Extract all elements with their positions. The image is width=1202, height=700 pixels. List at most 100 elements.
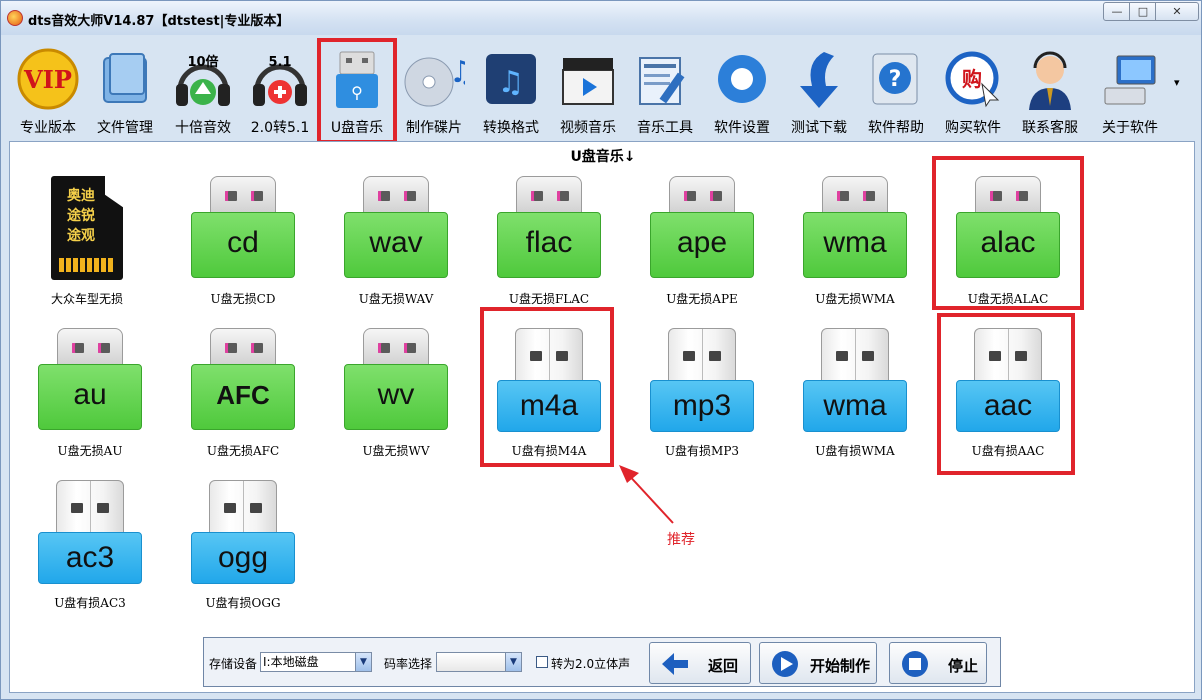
- svg-text:VIP: VIP: [23, 65, 72, 94]
- toolbar-download-arrow-button[interactable]: 测试下载: [780, 44, 858, 136]
- toolbar-tools-button[interactable]: 音乐工具: [626, 44, 704, 136]
- close-button[interactable]: ✕: [1155, 2, 1199, 21]
- format-badge: au: [38, 364, 142, 430]
- svg-text:?: ?: [889, 67, 902, 92]
- tile-car-lossless[interactable]: 奥迪 途锐 途观 大众车型无损: [32, 176, 142, 306]
- toolbar-about-computer-button[interactable]: 关于软件: [1091, 44, 1169, 136]
- toolbar-label: 软件帮助: [868, 120, 924, 136]
- app-logo-icon: [7, 10, 23, 26]
- tile-green-afc[interactable]: AFC U盘无损AFC: [188, 328, 298, 458]
- recommend-note: 推荐: [667, 532, 695, 548]
- tile-green-cd[interactable]: cd U盘无损CD: [188, 176, 298, 306]
- format-badge: ac3: [38, 532, 142, 584]
- vip-icon: VIP: [17, 48, 79, 110]
- highlight-alac: [932, 156, 1084, 310]
- tile-green-au[interactable]: au U盘无损AU: [35, 328, 145, 458]
- play-icon: [772, 651, 798, 677]
- tile-label: U盘无损FLAC: [508, 292, 590, 306]
- stereo-label: 转为2.0立体声: [551, 657, 631, 671]
- usb-connector-icon: [210, 176, 276, 216]
- svg-text:10倍: 10倍: [187, 54, 218, 70]
- tile-label: U盘无损AFC: [206, 444, 280, 458]
- stop-icon: [902, 651, 928, 677]
- toolbar-label: 软件设置: [714, 120, 770, 136]
- maximize-button[interactable]: □: [1129, 2, 1157, 21]
- toolbar-label: 十倍音效: [175, 120, 231, 136]
- toolbar-support-agent-button[interactable]: 联系客服: [1011, 44, 1089, 136]
- format-badge: cd: [191, 212, 295, 278]
- tile-label: U盘无损WMA: [815, 292, 895, 306]
- toolbar-clapper-button[interactable]: 视频音乐: [549, 44, 627, 136]
- tile-green-wav[interactable]: wav U盘无损WAV: [341, 176, 451, 306]
- format-badge: wma: [803, 212, 907, 278]
- usb-connector-icon: [363, 176, 429, 216]
- svg-text:♫: ♫: [449, 55, 465, 90]
- toolbar-gear-button[interactable]: 软件设置: [703, 44, 781, 136]
- tile-blue-mp3[interactable]: mp3 U盘有损MP3: [647, 328, 757, 458]
- back-button[interactable]: 返回: [649, 642, 751, 684]
- toolbar-label: 购买软件: [945, 120, 1001, 136]
- stereo-checkbox[interactable]: [536, 656, 548, 668]
- start-button[interactable]: 开始制作: [759, 642, 877, 684]
- tile-blue-ac3[interactable]: ac3 U盘有损AC3: [35, 480, 145, 610]
- usb-connector-icon: [669, 176, 735, 216]
- toolbar-buy-button[interactable]: 购购买软件: [934, 44, 1012, 136]
- tile-label: U盘有损MP3: [664, 444, 740, 458]
- format-badge: wv: [344, 364, 448, 430]
- main-toolbar: VIP 专业版本 文件管理 10倍 十倍音效 5.1 2.0转5.1 ⚲ U盘音乐 ♫ 制作碟片 ♫ 转…: [9, 36, 1197, 136]
- tile-green-flac[interactable]: flac U盘无损FLAC: [494, 176, 604, 306]
- disc-icon: ♫: [404, 55, 465, 107]
- toolbar-label: 文件管理: [97, 120, 153, 136]
- toolbar-vip-button[interactable]: VIP 专业版本: [9, 44, 87, 136]
- tile-label: U盘无损CD: [210, 292, 276, 306]
- usb-connector-icon: [516, 176, 582, 216]
- tile-green-wv[interactable]: wv U盘无损WV: [341, 328, 451, 458]
- bitrate-select[interactable]: ▼: [436, 652, 522, 672]
- tile-label: U盘无损APE: [666, 292, 738, 306]
- support-agent-icon: [1029, 51, 1071, 110]
- gear-icon: [718, 55, 766, 103]
- chevron-down-icon: ▼: [355, 653, 371, 671]
- tile-label: U盘有损WMA: [815, 444, 895, 458]
- svg-text:♫: ♫: [498, 65, 525, 100]
- usb-connector-icon: [822, 176, 888, 216]
- clapper-icon: [562, 58, 614, 105]
- toolbar-tenfold-headphones-button[interactable]: 10倍十倍音效: [164, 44, 242, 136]
- usb-connector-icon: [209, 480, 277, 537]
- toolbar-overflow-chevron-icon[interactable]: ▾: [1174, 76, 1180, 89]
- toolbar-disc-button[interactable]: ♫ 制作碟片: [395, 44, 473, 136]
- about-computer-icon: [1104, 55, 1156, 105]
- storage-select[interactable]: I:本地磁盘 ▼: [260, 652, 372, 672]
- toolbar-label: 联系客服: [1022, 120, 1078, 136]
- minimize-button[interactable]: —: [1103, 2, 1131, 21]
- music-note-icon: ♫: [486, 54, 536, 104]
- tile-label: U盘无损WAV: [358, 292, 434, 306]
- toolbar-music-note-button[interactable]: ♫ 转换格式: [472, 44, 550, 136]
- format-badge: ogg: [191, 532, 295, 584]
- tile-green-ape[interactable]: ape U盘无损APE: [647, 176, 757, 306]
- surround-headphones-icon: 5.1: [253, 55, 307, 106]
- format-badge: AFC: [191, 364, 295, 430]
- file-manager-icon: [103, 53, 147, 103]
- toolbar-label: 转换格式: [483, 120, 539, 136]
- stop-button[interactable]: 停止: [889, 642, 987, 684]
- help-icon: ?: [872, 53, 918, 105]
- chevron-down-icon: ▼: [505, 653, 521, 671]
- window-title: dts音效大师V14.87【dtstest|专业版本】: [28, 14, 290, 29]
- usb-connector-icon: [821, 328, 889, 385]
- back-arrow-icon: [662, 653, 688, 675]
- format-badge: wav: [344, 212, 448, 278]
- tile-label: U盘有损AC3: [54, 596, 126, 610]
- toolbar-label: 音乐工具: [637, 120, 693, 136]
- tile-green-wma[interactable]: wma U盘无损WMA: [800, 176, 910, 306]
- tile-label: U盘有损OGG: [205, 596, 281, 610]
- toolbar-file-manager-button[interactable]: 文件管理: [86, 44, 164, 136]
- toolbar-label: 制作碟片: [406, 120, 462, 136]
- usb-connector-icon: [210, 328, 276, 368]
- toolbar-help-button[interactable]: ? 软件帮助: [857, 44, 935, 136]
- tile-blue-ogg[interactable]: ogg U盘有损OGG: [188, 480, 298, 610]
- tile-label: U盘无损AU: [57, 444, 123, 458]
- tile-blue-wma[interactable]: wma U盘有损WMA: [800, 328, 910, 458]
- toolbar-surround-headphones-button[interactable]: 5.1 2.0转5.1: [241, 44, 319, 136]
- buy-icon: 购: [945, 51, 1000, 108]
